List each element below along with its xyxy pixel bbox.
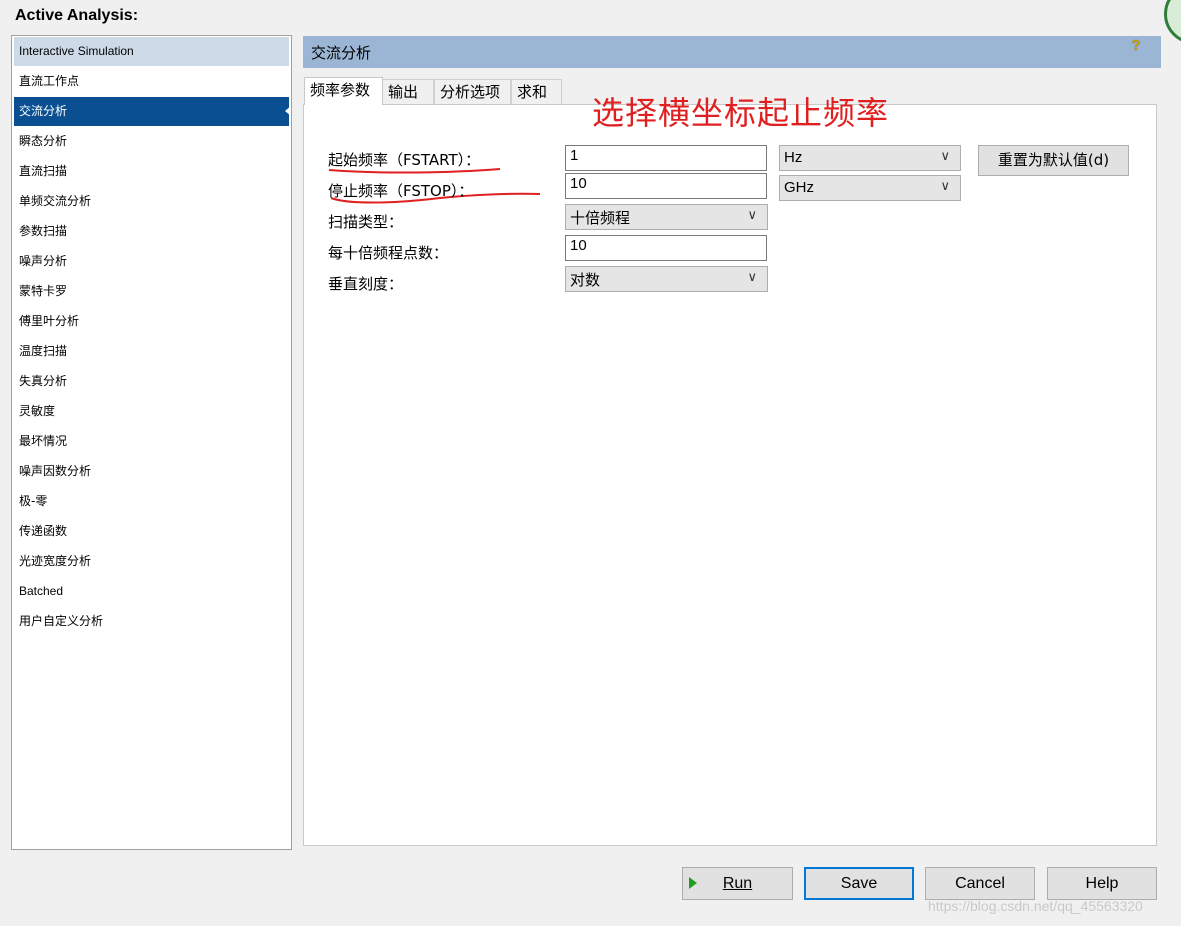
fstop-input[interactable]: 10	[565, 173, 767, 199]
cancel-button[interactable]: Cancel	[925, 867, 1035, 900]
chevron-down-icon: ∨	[747, 208, 757, 223]
tab-frequency-parameters[interactable]: 频率参数	[304, 77, 383, 105]
reset-defaults-button[interactable]: 重置为默认值(d)	[978, 145, 1129, 176]
sweep-type-value: 十倍频程	[570, 209, 631, 227]
help-button[interactable]: Help	[1047, 867, 1157, 900]
fstart-label: 起始频率（FSTART）：	[328, 151, 481, 169]
fstop-unit-select[interactable]: GHz ∨	[779, 175, 961, 201]
play-icon	[689, 877, 697, 889]
run-button[interactable]: Run	[682, 867, 793, 900]
chevron-down-icon: ∨	[747, 270, 757, 285]
chevron-down-icon: ∨	[940, 149, 950, 164]
fstop-label: 停止频率（FSTOP）：	[328, 182, 474, 200]
fstart-unit-select[interactable]: Hz ∨	[779, 145, 961, 171]
chevron-down-icon: ∨	[940, 179, 950, 194]
save-button[interactable]: Save	[804, 867, 914, 900]
fstart-unit-value: Hz	[784, 149, 803, 166]
points-input[interactable]: 10	[565, 235, 767, 261]
run-label: Run	[722, 875, 753, 892]
annotation-underlines	[328, 168, 541, 204]
vertical-scale-select[interactable]: 对数 ∨	[565, 266, 768, 292]
vertical-scale-label: 垂直刻度：	[328, 275, 404, 293]
sweep-type-label: 扫描类型：	[328, 213, 404, 231]
fstart-input[interactable]: 1	[565, 145, 767, 171]
sweep-type-select[interactable]: 十倍频程 ∨	[565, 204, 768, 230]
fstop-unit-value: GHz	[784, 179, 814, 196]
watermark-text: https://blog.csdn.net/qq_45563320	[928, 898, 1143, 914]
points-label: 每十倍频程点数：	[328, 244, 449, 262]
vertical-scale-value: 对数	[570, 271, 601, 289]
